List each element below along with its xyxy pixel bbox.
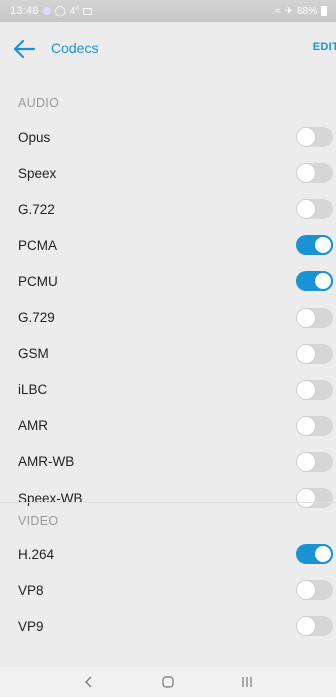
notification-dot-icon <box>42 7 51 15</box>
codec-toggle-switch[interactable] <box>296 580 333 601</box>
codec-row[interactable]: Speex-WB <box>0 480 336 516</box>
toggle-knob <box>296 307 316 328</box>
edit-button[interactable]: EDIT <box>313 41 336 53</box>
toggle-knob <box>296 199 316 220</box>
codec-row[interactable]: iLBC <box>0 372 336 408</box>
codec-toggle-switch[interactable] <box>296 307 333 328</box>
codec-toggle-switch[interactable] <box>296 235 333 256</box>
codec-row[interactable]: VP9 <box>0 608 336 644</box>
status-right: ≈ ✈ 88% <box>275 6 327 17</box>
airplane-mode-icon: ✈ <box>284 5 293 17</box>
section-header-audio: AUDIO <box>18 96 60 110</box>
nav-recents-button[interactable] <box>227 667 267 697</box>
codec-row[interactable]: H.264 <box>0 536 336 572</box>
codec-row[interactable]: Speex <box>0 155 336 191</box>
codec-label: H.264 <box>18 546 55 562</box>
toggle-knob <box>313 271 333 292</box>
codec-toggle-switch[interactable] <box>296 544 333 564</box>
status-left: 13:48 ◯ 4° <box>10 5 93 17</box>
codec-label: G.722 <box>18 201 55 217</box>
alarm-icon: ◯ <box>54 5 66 17</box>
toggle-knob <box>296 451 316 472</box>
codec-label: PCMA <box>18 237 58 253</box>
codec-toggle-switch[interactable] <box>296 415 333 436</box>
status-bar: 13:48 ◯ 4° ≈ ✈ 88% <box>0 0 336 22</box>
codec-toggle-switch[interactable] <box>296 199 333 220</box>
nav-back-button[interactable] <box>69 667 109 697</box>
battery-percentage: 88% <box>296 5 317 17</box>
toggle-knob <box>296 616 316 637</box>
codec-row[interactable]: PCMA <box>0 227 336 263</box>
codec-label: VP8 <box>18 582 44 598</box>
codec-toggle-switch[interactable] <box>296 343 333 364</box>
weather-temperature: 4° <box>69 5 80 17</box>
toggle-knob <box>296 580 316 601</box>
toggle-knob <box>296 379 316 400</box>
wifi-icon: ≈ <box>275 5 281 17</box>
codec-row[interactable]: AMR <box>0 408 336 444</box>
codec-toggle-switch[interactable] <box>296 488 333 508</box>
codec-row[interactable]: GSM <box>0 336 336 372</box>
recents-icon <box>242 677 252 687</box>
codec-label: AMR <box>18 418 48 434</box>
nav-home-button[interactable] <box>148 667 188 697</box>
codec-label: PCMU <box>18 273 58 289</box>
codec-label: Speex <box>18 165 57 181</box>
codec-row[interactable]: PCMU <box>0 263 336 299</box>
codec-row[interactable]: AMR-WB <box>0 444 336 480</box>
app-bar: Codecs EDIT <box>0 22 336 76</box>
section-divider <box>0 502 336 503</box>
system-nav-bar <box>0 667 336 697</box>
toggle-knob <box>296 415 316 436</box>
battery-icon <box>321 6 327 16</box>
home-icon <box>162 676 174 688</box>
codec-label: G.729 <box>18 310 55 325</box>
toggle-knob <box>313 544 333 564</box>
back-arrow-icon <box>13 39 36 59</box>
codec-row[interactable]: G.722 <box>0 191 336 227</box>
codec-toggle-switch[interactable] <box>296 379 333 400</box>
toggle-knob <box>296 163 316 184</box>
section-header-video: VIDEO <box>18 514 59 528</box>
codec-toggle-switch[interactable] <box>296 451 333 472</box>
codec-toggle-switch[interactable] <box>296 616 333 637</box>
codec-row[interactable]: G.729 <box>0 300 336 336</box>
image-notification-icon <box>83 7 93 15</box>
codec-row[interactable]: Opus <box>0 119 336 155</box>
codec-label: GSM <box>18 346 49 362</box>
page-title: Codecs <box>51 40 99 56</box>
codec-toggle-switch[interactable] <box>296 127 333 147</box>
toggle-knob <box>313 235 333 256</box>
codec-row[interactable]: VP8 <box>0 572 336 608</box>
codec-toggle-switch[interactable] <box>296 163 333 184</box>
codec-label: Speex-WB <box>18 490 83 506</box>
toggle-knob <box>296 343 316 364</box>
codec-label: VP9 <box>18 618 44 634</box>
back-arrow-button[interactable] <box>12 37 38 61</box>
codec-label: AMR-WB <box>18 454 75 470</box>
back-icon <box>85 676 92 688</box>
codec-label: Opus <box>18 129 51 145</box>
toggle-knob <box>296 127 316 147</box>
codec-label: iLBC <box>18 382 48 398</box>
toggle-knob <box>296 488 316 508</box>
status-time: 13:48 <box>10 5 39 17</box>
codec-toggle-switch[interactable] <box>296 271 333 292</box>
